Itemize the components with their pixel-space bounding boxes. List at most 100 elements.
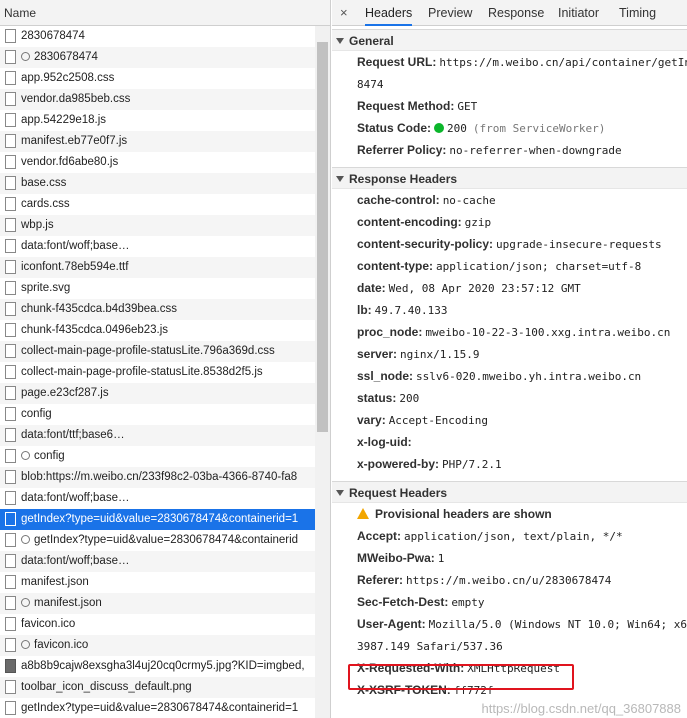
request-row[interactable]: data:font/woff;base… [0,488,315,509]
request-url-label: Request URL: [357,55,437,69]
request-row[interactable]: collect-main-page-profile-statusLite.796… [0,341,315,362]
user-agent-value: Mozilla/5.0 (Windows NT 10.0; Win64; x6 [428,618,687,631]
request-row[interactable]: app.54229e18.js [0,110,315,131]
request-row[interactable]: data:font/woff;base… [0,236,315,257]
request-row[interactable]: collect-main-page-profile-statusLite.853… [0,362,315,383]
response-header-key: x-log-uid: [357,435,412,449]
request-name: getIndex?type=uid&value=2830678474&conta… [21,702,299,714]
response-header-row: server: nginx/1.15.9 [332,343,687,365]
request-row[interactable]: manifest.json [0,572,315,593]
request-row[interactable]: manifest.json [0,593,315,614]
x-xsrf-token-label: X-XSRF-TOKEN: [357,683,451,697]
file-icon [5,302,16,316]
request-row[interactable]: sprite.svg [0,278,315,299]
request-row[interactable]: 2830678474 [0,47,315,68]
request-row[interactable]: manifest.eb77e0f7.js [0,131,315,152]
request-row[interactable]: chunk-f435cdca.b4d39bea.css [0,299,315,320]
scrollbar-thumb[interactable] [317,42,328,432]
response-header-key: server: [357,347,398,361]
request-row[interactable]: cards.css [0,194,315,215]
tab-preview[interactable]: Preview [428,0,472,26]
request-row[interactable]: 2830678474 [0,26,315,47]
response-header-key: content-encoding: [357,215,462,229]
tab-headers[interactable]: Headers [365,0,413,26]
request-row[interactable]: data:font/woff;base… [0,551,315,572]
request-row[interactable]: app.952c2508.css [0,68,315,89]
request-name: 2830678474 [34,51,98,63]
service-worker-gear-icon [21,640,30,649]
accept-row: Accept: application/json, text/plain, */* [332,525,687,547]
request-row[interactable]: base.css [0,173,315,194]
request-row[interactable]: a8b8b9cajw8exsgha3l4uj20cq0crmy5.jpg?KID… [0,656,315,677]
request-list-scrollbar[interactable] [315,26,330,718]
file-icon [5,260,16,274]
status-code-label: Status Code: [357,121,432,135]
file-icon [5,113,16,127]
mweibo-pwa-label: MWeibo-Pwa: [357,551,435,565]
request-row[interactable]: data:font/ttf;base6… [0,425,315,446]
request-row[interactable]: toolbar_icon_discuss_default.png [0,677,315,698]
file-icon [5,575,16,589]
request-row[interactable]: wbp.js [0,215,315,236]
request-row[interactable]: blob:https://m.weibo.cn/233f98c2-03ba-43… [0,467,315,488]
referrer-policy-label: Referrer Policy: [357,143,447,157]
mweibo-pwa-row: MWeibo-Pwa: 1 [332,547,687,569]
response-header-value: PHP/7.2.1 [442,458,502,471]
response-header-row: date: Wed, 08 Apr 2020 23:57:12 GMT [332,277,687,299]
user-agent-row: User-Agent: Mozilla/5.0 (Windows NT 10.0;… [332,613,687,635]
response-headers-list: cache-control: no-cache content-encoding: g… [332,189,687,475]
response-headers-section-header[interactable]: Response Headers [332,167,687,189]
request-row[interactable]: vendor.fd6abe80.js [0,152,315,173]
request-name: config [21,408,52,420]
referrer-policy-value: no-referrer-when-downgrade [449,144,622,157]
collapse-triangle-icon [336,38,344,44]
tab-timing[interactable]: Timing [619,0,656,26]
tab-initiator[interactable]: Initiator [558,0,599,26]
response-header-value: mweibo-10-22-3-100.xxg.intra.weibo.cn [425,326,671,339]
accept-label: Accept: [357,529,402,543]
request-headers-section-header[interactable]: Request Headers [332,481,687,503]
provisional-warning-row: Provisional headers are shown [332,503,687,525]
file-icon [5,218,16,232]
tab-response[interactable]: Response [488,0,544,26]
general-section-header[interactable]: General [332,29,687,51]
response-header-key: content-type: [357,259,433,273]
request-row[interactable]: config [0,446,315,467]
request-row[interactable]: getIndex?type=uid&value=2830678474&conta… [0,530,315,551]
status-note: (from ServiceWorker) [472,122,606,135]
response-header-key: ssl_node: [357,369,414,383]
request-name: app.952c2508.css [21,72,115,84]
request-row[interactable]: getIndex?type=uid&value=2830678474&conta… [0,509,315,530]
response-header-value: 200 [399,392,420,405]
response-header-row: content-type: application/json; charset=u… [332,255,687,277]
response-header-row: content-encoding: gzip [332,211,687,233]
request-row[interactable]: iconfont.78eb594e.ttf [0,257,315,278]
close-icon[interactable]: × [340,5,348,20]
request-name: data:font/woff;base… [21,555,130,567]
file-icon [5,386,16,400]
file-icon [5,176,16,190]
response-header-value: no-cache [442,194,496,207]
file-icon [5,323,16,337]
name-column-header[interactable]: Name [0,0,330,26]
accept-value: application/json, text/plain, */* [404,530,623,543]
request-row[interactable]: getIndex?type=uid&value=2830678474&conta… [0,698,315,718]
request-row[interactable]: favicon.ico [0,614,315,635]
request-row[interactable]: config [0,404,315,425]
file-icon [5,155,16,169]
file-icon [5,239,16,253]
file-icon [5,554,16,568]
request-name: favicon.ico [21,618,76,630]
file-icon [5,92,16,106]
status-code-row: Status Code: 200 (from ServiceWorker) [332,117,687,139]
response-header-key: date: [357,281,386,295]
request-url-row: Request URL: https://m.weibo.cn/api/conta… [332,51,687,73]
request-row[interactable]: favicon.ico [0,635,315,656]
request-url-value: https://m.weibo.cn/api/container/getIn [439,56,687,69]
request-name: collect-main-page-profile-statusLite.796… [21,345,275,357]
request-name: manifest.json [34,597,102,609]
request-row[interactable]: page.e23cf287.js [0,383,315,404]
request-row[interactable]: chunk-f435cdca.0496eb23.js [0,320,315,341]
request-row[interactable]: vendor.da985beb.css [0,89,315,110]
warning-icon [357,508,369,519]
